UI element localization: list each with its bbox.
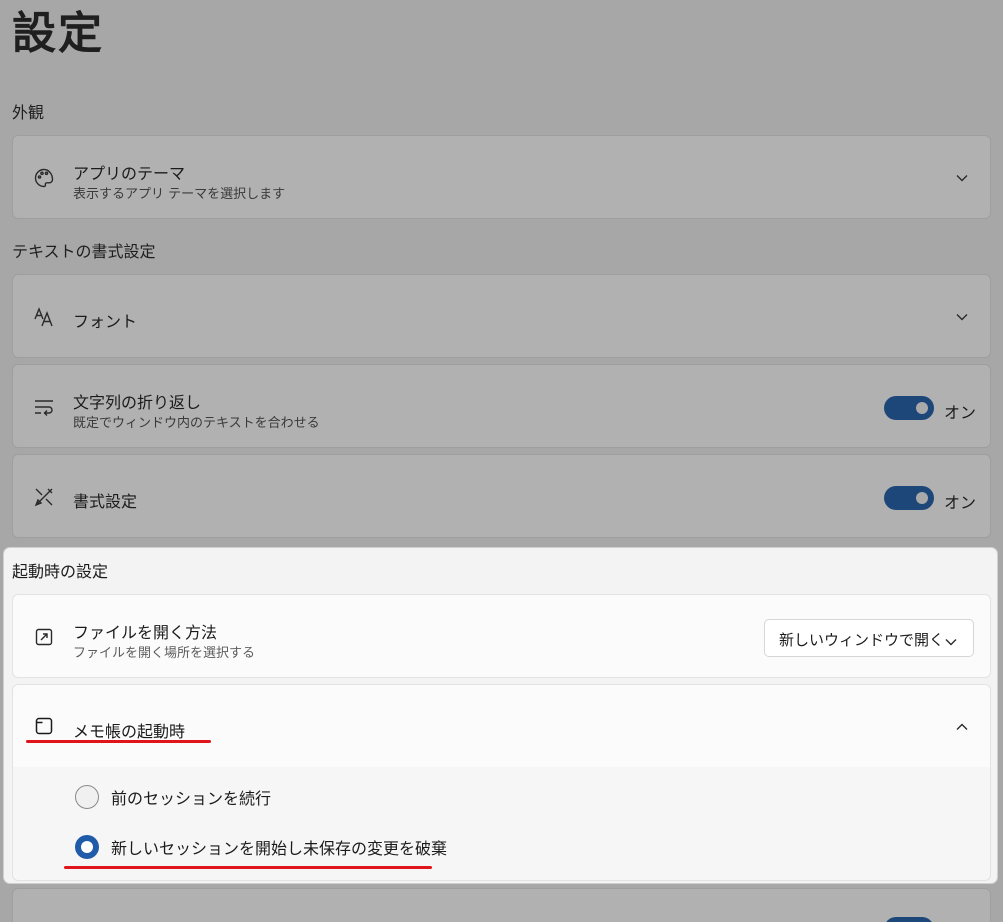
chevron-up-icon[interactable] xyxy=(954,719,970,735)
toggle-partial[interactable] xyxy=(884,917,934,922)
pen-ruler-icon xyxy=(33,486,55,508)
radio-button[interactable] xyxy=(75,835,99,859)
section-label-appearance: 外観 xyxy=(12,103,45,122)
formatting-toggle[interactable] xyxy=(884,486,934,510)
radio-continue-session[interactable]: 前のセッションを続行 xyxy=(75,784,271,810)
window-icon xyxy=(33,715,55,737)
word-wrap-toggle[interactable] xyxy=(884,396,934,420)
open-external-icon xyxy=(33,626,55,648)
font-title: フォント xyxy=(73,312,138,331)
word-wrap-title: 文字列の折り返し xyxy=(73,393,202,412)
page-title: 設定 xyxy=(12,8,104,59)
section-label-startup: 起動時の設定 xyxy=(12,562,109,581)
radio-label: 新しいセッションを開始し未保存の変更を破棄 xyxy=(111,839,448,858)
open-file-dropdown[interactable]: 新しいウィンドウで開く xyxy=(764,619,974,657)
radio-new-session[interactable]: 新しいセッションを開始し未保存の変更を破棄 xyxy=(75,834,447,860)
word-wrap-icon xyxy=(33,396,55,418)
section-label-text-formatting: テキストの書式設定 xyxy=(12,242,156,261)
font-card[interactable]: フォント xyxy=(12,274,991,358)
word-wrap-state: オン xyxy=(943,403,976,422)
word-wrap-subtitle: 既定でウィンドウ内のテキストを合わせる xyxy=(73,416,320,431)
formatting-card[interactable]: 書式設定 オン xyxy=(12,454,991,538)
radio-label: 前のセッションを続行 xyxy=(111,789,272,808)
dropdown-selected: 新しいウィンドウで開く xyxy=(779,631,945,649)
notepad-start-title: メモ帳の起動時 xyxy=(73,722,186,741)
app-theme-subtitle: 表示するアプリ テーマを選択します xyxy=(73,187,286,202)
open-file-title: ファイルを開く方法 xyxy=(73,623,218,642)
startup-panel: 起動時の設定 ファイルを開く方法 ファイルを開く場所を選択する 新しいウィンドウ… xyxy=(4,548,997,883)
word-wrap-card[interactable]: 文字列の折り返し 既定でウィンドウ内のテキストを合わせる オン xyxy=(12,364,991,448)
app-theme-title: アプリのテーマ xyxy=(73,164,186,183)
font-size-icon xyxy=(33,306,55,328)
notepad-start-title-underline xyxy=(26,740,211,743)
formatting-title: 書式設定 xyxy=(73,492,138,511)
chevron-down-icon[interactable] xyxy=(954,170,970,186)
open-file-subtitle: ファイルを開く場所を選択する xyxy=(73,646,256,661)
toggle-knob xyxy=(916,492,928,504)
toggle-knob xyxy=(916,402,928,414)
palette-icon xyxy=(33,167,55,189)
chevron-down-icon[interactable] xyxy=(954,309,970,325)
next-card[interactable] xyxy=(12,888,991,922)
formatting-state: オン xyxy=(943,493,976,512)
open-file-card[interactable]: ファイルを開く方法 ファイルを開く場所を選択する 新しいウィンドウで開く xyxy=(12,594,991,678)
app-theme-card[interactable]: アプリのテーマ 表示するアプリ テーマを選択します xyxy=(12,135,991,219)
notepad-start-options: 前のセッションを続行 新しいセッションを開始し未保存の変更を破棄 xyxy=(12,767,991,881)
new-session-underline xyxy=(64,866,432,869)
chevron-down-icon xyxy=(945,631,959,646)
radio-button[interactable] xyxy=(75,785,99,809)
notepad-start-card[interactable]: メモ帳の起動時 xyxy=(12,684,991,768)
